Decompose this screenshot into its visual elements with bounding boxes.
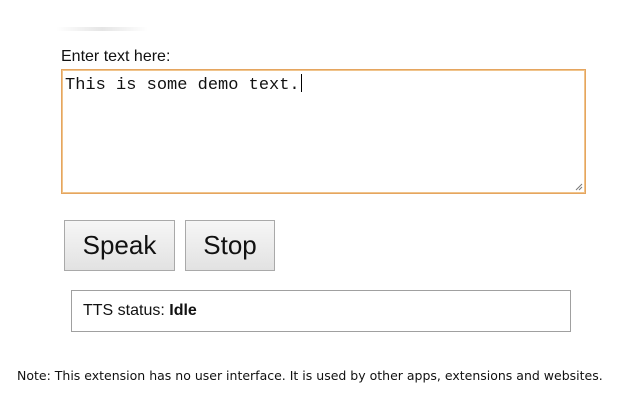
text-caret xyxy=(300,74,302,92)
stop-button[interactable]: Stop xyxy=(185,220,275,271)
tts-status-value: Idle xyxy=(169,302,197,319)
resize-grip-icon[interactable] xyxy=(575,183,583,191)
text-input-area[interactable]: This is some demo text. xyxy=(61,69,586,194)
speak-button[interactable]: Speak xyxy=(64,220,175,271)
tts-status-box: TTS status: Idle xyxy=(71,290,571,332)
text-input-value: This is some demo text. xyxy=(65,76,300,95)
text-input-label: Enter text here: xyxy=(61,48,171,65)
extension-note: Note: This extension has no user interfa… xyxy=(17,368,603,383)
tts-status-label: TTS status: xyxy=(83,302,170,319)
tts-demo-page: Enter text here: This is some demo text.… xyxy=(0,0,640,400)
top-divider-shadow xyxy=(56,27,148,31)
